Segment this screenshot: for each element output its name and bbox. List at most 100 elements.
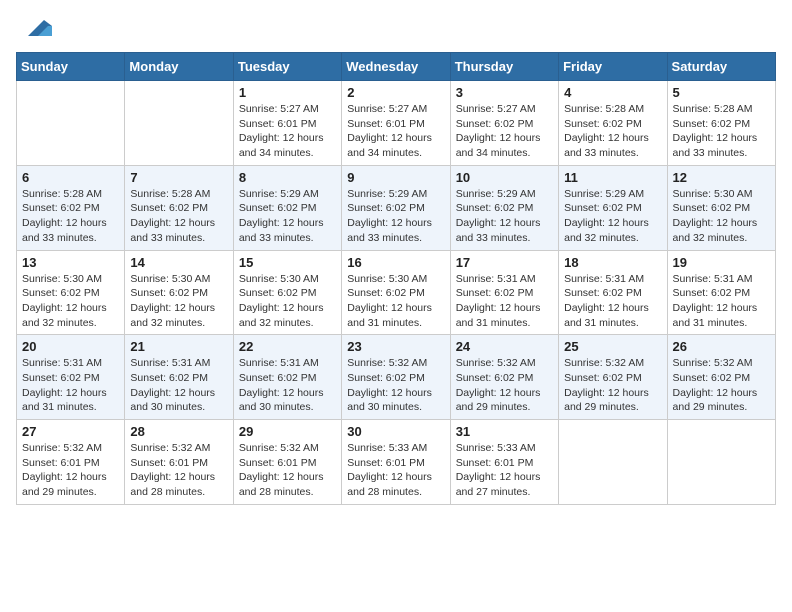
day-number: 20	[22, 339, 119, 354]
day-number: 9	[347, 170, 444, 185]
day-number: 19	[673, 255, 770, 270]
calendar-table: SundayMondayTuesdayWednesdayThursdayFrid…	[16, 52, 776, 505]
calendar-cell: 27 Sunrise: 5:32 AMSunset: 6:01 PMDayligh…	[17, 420, 125, 505]
day-info: Sunrise: 5:29 AMSunset: 6:02 PMDaylight:…	[456, 187, 553, 246]
logo	[16, 16, 52, 44]
day-number: 4	[564, 85, 661, 100]
logo-icon	[20, 12, 52, 44]
day-number: 3	[456, 85, 553, 100]
calendar-week-1: 1 Sunrise: 5:27 AMSunset: 6:01 PMDaylight…	[17, 81, 776, 166]
calendar-cell: 23 Sunrise: 5:32 AMSunset: 6:02 PMDayligh…	[342, 335, 450, 420]
day-number: 14	[130, 255, 227, 270]
calendar-cell	[125, 81, 233, 166]
day-info: Sunrise: 5:30 AMSunset: 6:02 PMDaylight:…	[239, 272, 336, 331]
calendar-cell	[17, 81, 125, 166]
calendar-cell: 18Sunrise: 5:31 AMSunset: 6:02 PMDayligh…	[559, 250, 667, 335]
day-number: 22	[239, 339, 336, 354]
calendar-header-monday: Monday	[125, 53, 233, 81]
calendar-header-thursday: Thursday	[450, 53, 558, 81]
calendar-cell: 1Sunrise: 5:27 AMSunset: 6:01 PMDaylight…	[233, 81, 341, 166]
calendar-cell: 2Sunrise: 5:27 AMSunset: 6:01 PMDaylight…	[342, 81, 450, 166]
calendar-cell: 21Sunrise: 5:31 AMSunset: 6:02 PMDayligh…	[125, 335, 233, 420]
day-info: Sunrise: 5:31 AMSunset: 6:02 PMDaylight:…	[22, 356, 119, 415]
calendar-week-5: 27 Sunrise: 5:32 AMSunset: 6:01 PMDayligh…	[17, 420, 776, 505]
day-number: 26	[673, 339, 770, 354]
day-info: Sunrise: 5:27 AMSunset: 6:02 PMDaylight:…	[456, 102, 553, 161]
day-info: Sunrise: 5:32 AMSunset: 6:02 PMDaylight:…	[347, 356, 444, 415]
calendar-header-friday: Friday	[559, 53, 667, 81]
calendar-cell: 6 Sunrise: 5:28 AMSunset: 6:02 PMDaylight…	[17, 165, 125, 250]
day-info: Sunrise: 5:30 AMSunset: 6:02 PMDaylight:…	[673, 187, 770, 246]
calendar-week-3: 13 Sunrise: 5:30 AMSunset: 6:02 PMDayligh…	[17, 250, 776, 335]
day-info: Sunrise: 5:32 AMSunset: 6:02 PMDaylight:…	[456, 356, 553, 415]
day-info: Sunrise: 5:32 AMSunset: 6:01 PMDaylight:…	[22, 441, 119, 500]
day-number: 10	[456, 170, 553, 185]
day-number: 27	[22, 424, 119, 439]
day-info: Sunrise: 5:33 AMSunset: 6:01 PMDaylight:…	[456, 441, 553, 500]
calendar-cell: 28 Sunrise: 5:32 AMSunset: 6:01 PMDayligh…	[125, 420, 233, 505]
calendar-cell: 17 Sunrise: 5:31 AMSunset: 6:02 PMDayligh…	[450, 250, 558, 335]
calendar-cell: 22 Sunrise: 5:31 AMSunset: 6:02 PMDayligh…	[233, 335, 341, 420]
day-info: Sunrise: 5:32 AMSunset: 6:01 PMDaylight:…	[130, 441, 227, 500]
calendar-cell	[559, 420, 667, 505]
day-info: Sunrise: 5:32 AMSunset: 6:02 PMDaylight:…	[564, 356, 661, 415]
day-number: 31	[456, 424, 553, 439]
calendar-header-saturday: Saturday	[667, 53, 775, 81]
day-info: Sunrise: 5:29 AMSunset: 6:02 PMDaylight:…	[239, 187, 336, 246]
day-number: 29	[239, 424, 336, 439]
day-info: Sunrise: 5:28 AMSunset: 6:02 PMDaylight:…	[564, 102, 661, 161]
calendar-cell: 29 Sunrise: 5:32 AMSunset: 6:01 PMDayligh…	[233, 420, 341, 505]
day-number: 1	[239, 85, 336, 100]
calendar-cell: 13 Sunrise: 5:30 AMSunset: 6:02 PMDayligh…	[17, 250, 125, 335]
day-number: 8	[239, 170, 336, 185]
calendar-week-2: 6 Sunrise: 5:28 AMSunset: 6:02 PMDaylight…	[17, 165, 776, 250]
calendar-cell: 12 Sunrise: 5:30 AMSunset: 6:02 PMDayligh…	[667, 165, 775, 250]
calendar-header-tuesday: Tuesday	[233, 53, 341, 81]
calendar-week-4: 20 Sunrise: 5:31 AMSunset: 6:02 PMDayligh…	[17, 335, 776, 420]
day-number: 23	[347, 339, 444, 354]
day-info: Sunrise: 5:32 AMSunset: 6:02 PMDaylight:…	[673, 356, 770, 415]
calendar-cell: 31 Sunrise: 5:33 AMSunset: 6:01 PMDayligh…	[450, 420, 558, 505]
calendar-header-row: SundayMondayTuesdayWednesdayThursdayFrid…	[17, 53, 776, 81]
day-info: Sunrise: 5:31 AMSunset: 6:02 PMDaylight:…	[456, 272, 553, 331]
calendar-cell: 25 Sunrise: 5:32 AMSunset: 6:02 PMDayligh…	[559, 335, 667, 420]
calendar-cell: 19 Sunrise: 5:31 AMSunset: 6:02 PMDayligh…	[667, 250, 775, 335]
day-number: 12	[673, 170, 770, 185]
day-info: Sunrise: 5:32 AMSunset: 6:01 PMDaylight:…	[239, 441, 336, 500]
calendar-header-wednesday: Wednesday	[342, 53, 450, 81]
day-number: 21	[130, 339, 227, 354]
day-number: 11	[564, 170, 661, 185]
calendar-cell: 10 Sunrise: 5:29 AMSunset: 6:02 PMDayligh…	[450, 165, 558, 250]
calendar-cell: 26 Sunrise: 5:32 AMSunset: 6:02 PMDayligh…	[667, 335, 775, 420]
day-number: 16	[347, 255, 444, 270]
day-number: 24	[456, 339, 553, 354]
calendar-cell: 3 Sunrise: 5:27 AMSunset: 6:02 PMDaylight…	[450, 81, 558, 166]
day-number: 25	[564, 339, 661, 354]
day-number: 17	[456, 255, 553, 270]
day-info: Sunrise: 5:30 AMSunset: 6:02 PMDaylight:…	[22, 272, 119, 331]
day-info: Sunrise: 5:28 AMSunset: 6:02 PMDaylight:…	[22, 187, 119, 246]
page-header	[16, 16, 776, 44]
day-info: Sunrise: 5:27 AMSunset: 6:01 PMDaylight:…	[347, 102, 444, 161]
day-info: Sunrise: 5:28 AMSunset: 6:02 PMDaylight:…	[673, 102, 770, 161]
calendar-cell: 16Sunrise: 5:30 AMSunset: 6:02 PMDayligh…	[342, 250, 450, 335]
day-info: Sunrise: 5:33 AMSunset: 6:01 PMDaylight:…	[347, 441, 444, 500]
calendar-header-sunday: Sunday	[17, 53, 125, 81]
calendar-cell: 15Sunrise: 5:30 AMSunset: 6:02 PMDayligh…	[233, 250, 341, 335]
day-number: 18	[564, 255, 661, 270]
day-number: 13	[22, 255, 119, 270]
day-number: 28	[130, 424, 227, 439]
calendar-cell: 11Sunrise: 5:29 AMSunset: 6:02 PMDayligh…	[559, 165, 667, 250]
day-info: Sunrise: 5:31 AMSunset: 6:02 PMDaylight:…	[239, 356, 336, 415]
calendar-cell: 4 Sunrise: 5:28 AMSunset: 6:02 PMDaylight…	[559, 81, 667, 166]
day-info: Sunrise: 5:31 AMSunset: 6:02 PMDaylight:…	[673, 272, 770, 331]
calendar-cell: 7Sunrise: 5:28 AMSunset: 6:02 PMDaylight…	[125, 165, 233, 250]
day-number: 5	[673, 85, 770, 100]
calendar-cell: 9Sunrise: 5:29 AMSunset: 6:02 PMDaylight…	[342, 165, 450, 250]
day-number: 6	[22, 170, 119, 185]
calendar-cell: 24 Sunrise: 5:32 AMSunset: 6:02 PMDayligh…	[450, 335, 558, 420]
calendar-cell: 14Sunrise: 5:30 AMSunset: 6:02 PMDayligh…	[125, 250, 233, 335]
day-info: Sunrise: 5:28 AMSunset: 6:02 PMDaylight:…	[130, 187, 227, 246]
calendar-cell	[667, 420, 775, 505]
calendar-cell: 8 Sunrise: 5:29 AMSunset: 6:02 PMDaylight…	[233, 165, 341, 250]
